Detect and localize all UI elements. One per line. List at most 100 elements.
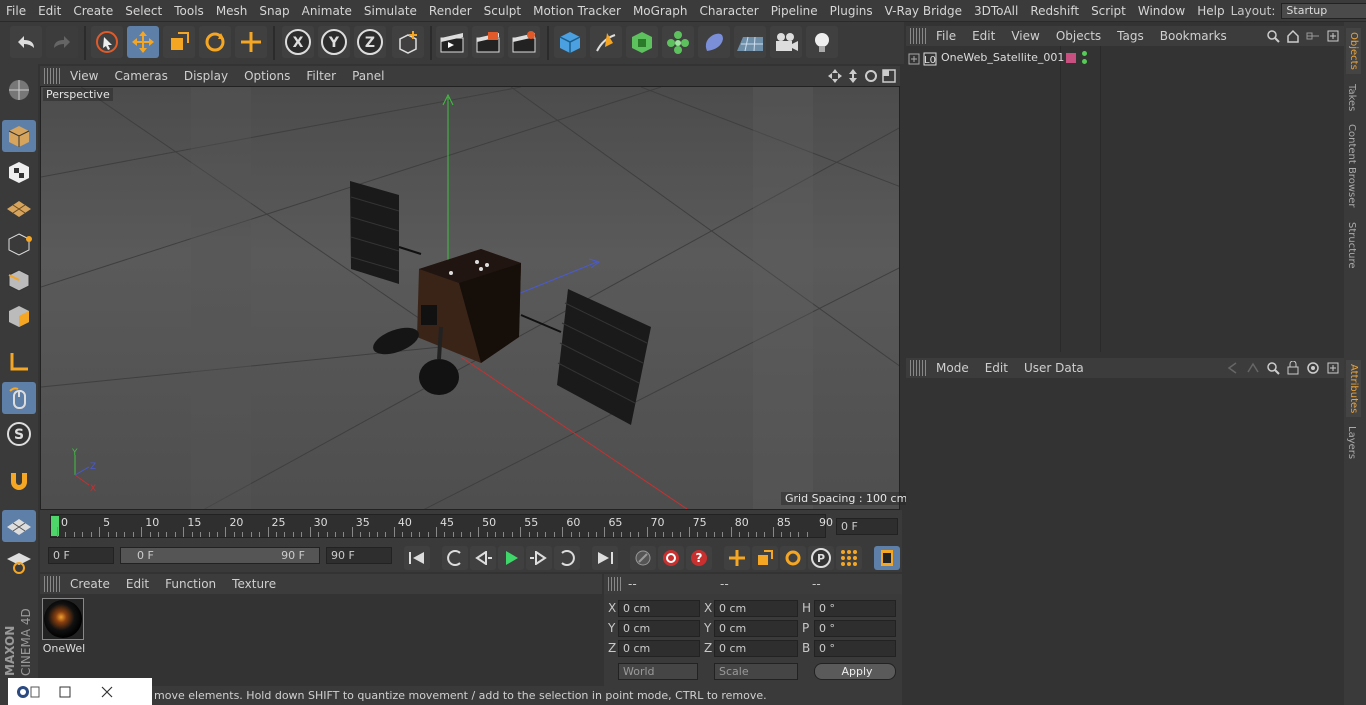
key-rotation-button[interactable] [780, 546, 806, 570]
pos-y-field[interactable]: 0 cm [618, 620, 700, 637]
objects-menu-edit[interactable]: Edit [964, 29, 1003, 43]
points-mode-button[interactable] [2, 228, 36, 260]
frame-range-slider[interactable]: 0 F 90 F [120, 547, 320, 564]
menu-redshift[interactable]: Redshift [1024, 0, 1085, 22]
layer-color-swatch[interactable] [1066, 53, 1076, 63]
rot-p-field[interactable]: 0 ° [814, 620, 896, 637]
attributes-menu-user-data[interactable]: User Data [1016, 361, 1092, 375]
y-axis-button[interactable]: Y [318, 26, 350, 58]
attributes-menu-edit[interactable]: Edit [977, 361, 1016, 375]
magnet-button[interactable] [2, 464, 36, 496]
object-row[interactable]: L0 OneWeb_Satellite_001 [906, 50, 1344, 68]
menu-character[interactable]: Character [693, 0, 764, 22]
pos-x-field[interactable]: 0 cm [618, 600, 700, 617]
menu-create[interactable]: Create [67, 0, 119, 22]
layout-select[interactable]: Startup [1281, 2, 1366, 19]
camera-button[interactable] [770, 26, 802, 58]
rot-h-field[interactable]: 0 ° [814, 600, 896, 617]
coordinate-system-button[interactable] [392, 26, 424, 58]
home-icon[interactable] [1286, 29, 1300, 43]
goto-start-button[interactable] [404, 546, 430, 570]
goto-end-button[interactable] [592, 546, 618, 570]
spline-pen-button[interactable] [590, 26, 622, 58]
menu-vray-bridge[interactable]: V-Ray Bridge [879, 0, 968, 22]
cube-primitive-button[interactable] [554, 26, 586, 58]
back-arrow-icon[interactable] [1226, 361, 1240, 375]
cloner-button[interactable] [662, 26, 694, 58]
key-position-button[interactable] [724, 546, 750, 570]
locked-workplane-button[interactable] [2, 510, 36, 542]
menu-plugins[interactable]: Plugins [824, 0, 879, 22]
deformer-button[interactable] [698, 26, 730, 58]
viewport-menu-view[interactable]: View [62, 69, 106, 83]
tab-layers[interactable]: Layers [1346, 426, 1357, 459]
objects-menu-objects[interactable]: Objects [1048, 29, 1109, 43]
rot-b-field[interactable]: 0 ° [814, 640, 896, 657]
viewport-menu-options[interactable]: Options [236, 69, 298, 83]
tweak-mode-button[interactable] [2, 382, 36, 414]
lock-icon[interactable] [1286, 361, 1300, 375]
new-window-icon[interactable] [1326, 361, 1340, 375]
timeline-window-button[interactable] [874, 546, 900, 570]
prev-frame-button[interactable] [470, 546, 496, 570]
size-mode-select[interactable]: Scale [714, 663, 798, 680]
tab-takes[interactable]: Takes [1346, 84, 1357, 111]
up-arrow-icon[interactable] [1246, 361, 1260, 375]
menu-simulate[interactable]: Simulate [358, 0, 423, 22]
current-frame-field[interactable]: 0 F [836, 518, 898, 535]
menu-help[interactable]: Help [1191, 0, 1230, 22]
size-x-field[interactable]: 0 cm [714, 600, 798, 617]
redo-button[interactable] [46, 26, 78, 58]
next-key-button[interactable] [554, 546, 580, 570]
menu-window[interactable]: Window [1132, 0, 1191, 22]
workplane-mode-button[interactable] [2, 192, 36, 224]
render-view-button[interactable] [436, 26, 468, 58]
axis-mode-button[interactable] [2, 346, 36, 378]
edges-mode-button[interactable] [2, 264, 36, 296]
snap-button[interactable]: S [2, 418, 36, 450]
menu-tools[interactable]: Tools [168, 0, 210, 22]
size-z-field[interactable]: 0 cm [714, 640, 798, 657]
objects-menu-file[interactable]: File [928, 29, 964, 43]
menu-motion-tracker[interactable]: Motion Tracker [527, 0, 627, 22]
menu-mesh[interactable]: Mesh [210, 0, 254, 22]
maximize-icon[interactable] [56, 683, 76, 701]
coordinate-space-select[interactable]: World [618, 663, 698, 680]
search-icon[interactable] [1266, 361, 1280, 375]
link-icon[interactable] [1306, 29, 1320, 43]
apply-button[interactable]: Apply [814, 663, 896, 680]
move-tool-button[interactable] [127, 26, 159, 58]
next-frame-button[interactable] [526, 546, 552, 570]
material-menu-edit[interactable]: Edit [118, 577, 157, 591]
menu-edit[interactable]: Edit [32, 0, 67, 22]
viewport-menu-panel[interactable]: Panel [344, 69, 392, 83]
key-parameter-button[interactable]: P [808, 546, 834, 570]
app-window-icon[interactable] [14, 683, 42, 701]
material-swatch[interactable]: OneWel [42, 598, 86, 656]
viewport-move-icon[interactable] [828, 69, 842, 83]
attributes-menu-mode[interactable]: Mode [928, 361, 977, 375]
tab-attributes[interactable]: Attributes [1346, 360, 1361, 418]
texture-mode-button[interactable] [2, 156, 36, 188]
play-button[interactable] [498, 546, 524, 570]
render-picture-viewer-button[interactable] [472, 26, 504, 58]
material-menu-function[interactable]: Function [157, 577, 224, 591]
expand-icon[interactable] [908, 53, 920, 65]
menu-animate[interactable]: Animate [296, 0, 358, 22]
objects-menu-view[interactable]: View [1003, 29, 1047, 43]
objects-menu-bookmarks[interactable]: Bookmarks [1152, 29, 1235, 43]
motion-record-button[interactable] [630, 546, 656, 570]
menu-render[interactable]: Render [423, 0, 478, 22]
viewport-menu-filter[interactable]: Filter [298, 69, 344, 83]
autokey-button[interactable]: ? [686, 546, 712, 570]
timeline-ruler[interactable]: 0 5 10 15 20 25 30 35 40 45 50 55 60 65 70 75 80 85 90 [50, 514, 833, 538]
transform-tool-button[interactable] [235, 26, 267, 58]
tab-structure[interactable]: Structure [1346, 222, 1357, 269]
render-visibility-dot[interactable] [1082, 59, 1087, 64]
menu-sculpt[interactable]: Sculpt [478, 0, 527, 22]
end-frame-field[interactable]: 90 F [326, 547, 392, 564]
viewport-maximize-icon[interactable] [882, 69, 896, 83]
z-axis-button[interactable]: Z [354, 26, 386, 58]
target-icon[interactable] [1306, 361, 1320, 375]
live-select-button[interactable] [91, 26, 123, 58]
